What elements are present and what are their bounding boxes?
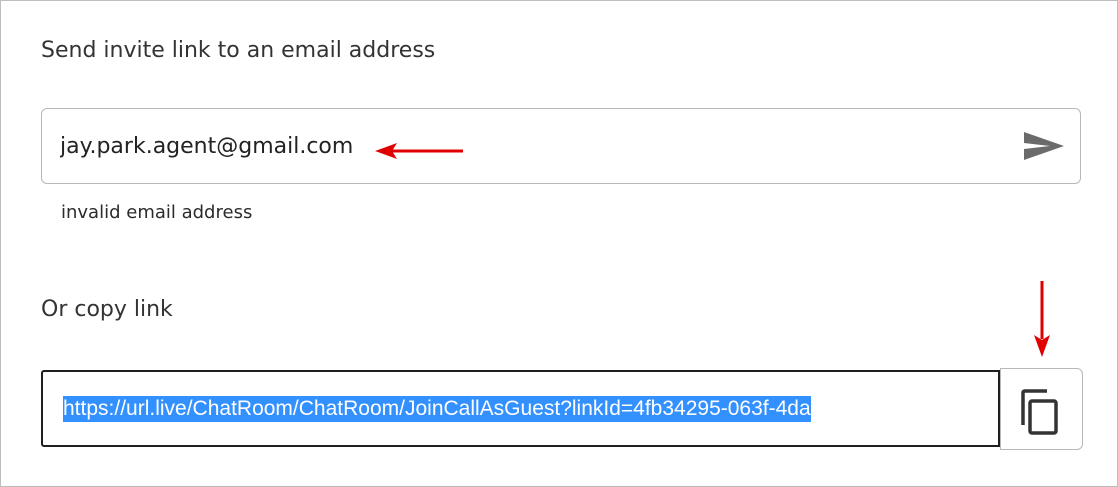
invite-panel: Send invite link to an email address inv… [0,0,1118,487]
send-icon [1024,132,1064,160]
send-invite-button[interactable] [1022,126,1066,166]
copy-section-label: Or copy link [41,297,173,322]
copy-icon [1021,389,1058,435]
invite-link-text[interactable]: https://url.live/ChatRoom/ChatRoom/JoinC… [63,396,811,422]
email-field-container [41,108,1081,184]
annotation-arrow-down [1034,281,1050,357]
invite-link-field[interactable]: https://url.live/ChatRoom/ChatRoom/JoinC… [41,370,1000,447]
email-section-label: Send invite link to an email address [41,38,436,63]
copy-link-button[interactable] [1000,368,1083,450]
email-input[interactable] [60,129,1000,163]
email-error-message: invalid email address [61,202,253,223]
